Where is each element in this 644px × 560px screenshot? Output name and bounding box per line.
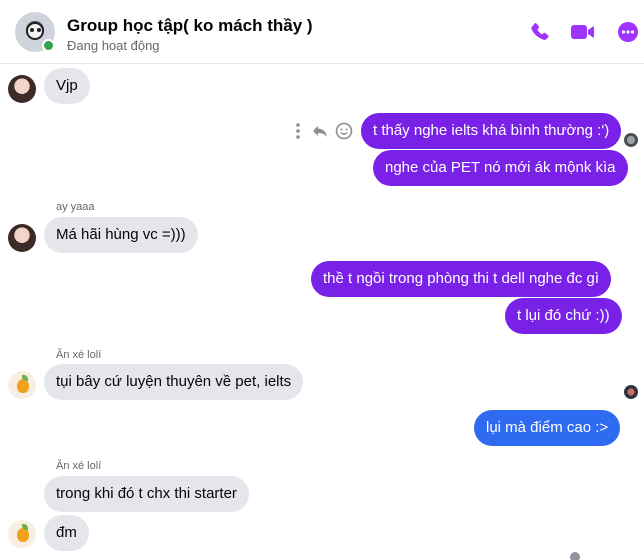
video-camera-icon[interactable] [570, 20, 596, 44]
read-receipt-avatar [624, 133, 638, 147]
sender-name: Ăn xé lolí [56, 460, 102, 472]
read-receipt-avatar [624, 385, 638, 399]
message-actions [288, 119, 356, 143]
read-receipt-avatar [570, 552, 580, 560]
message-bubble-incoming[interactable]: trong khi đó t chx thi starter [44, 476, 249, 512]
message-bubble-incoming[interactable]: đm [44, 515, 89, 551]
sender-name: ay yaaa [56, 201, 95, 213]
online-status-dot [42, 39, 55, 52]
sender-name: Ăn xé lolí [56, 349, 102, 361]
sender-avatar[interactable] [8, 371, 36, 399]
message-bubble-incoming[interactable]: Vjp [44, 68, 90, 104]
message-bubble-incoming[interactable]: tụi bây cứ luyện thuyên về pet, ielts [44, 364, 304, 400]
message-bubble-outgoing[interactable]: lụi mà điểm cao :> [474, 410, 621, 446]
message-bubble-outgoing[interactable]: thề t ngồi trong phòng thi t dell nghe đ… [311, 261, 612, 297]
message-bubble-outgoing[interactable]: t lụi đó chứ :)) [505, 298, 622, 334]
conversation-title[interactable]: Group học tập( ko mách thầy ) [67, 16, 313, 36]
message-bubble-incoming[interactable]: Má hãi hùng vc =))) [44, 217, 198, 253]
sender-avatar[interactable] [8, 75, 36, 103]
sender-avatar[interactable] [8, 520, 36, 548]
more-options-icon[interactable] [616, 20, 640, 44]
sender-avatar[interactable] [8, 224, 36, 252]
message-bubble-outgoing[interactable]: nghe của PET nó mới ák mộnk kìa [373, 150, 628, 186]
more-vertical-icon[interactable] [288, 119, 308, 143]
react-emoji-icon[interactable] [334, 119, 354, 143]
phone-icon[interactable] [528, 20, 552, 44]
active-status: Đang hoạt động [67, 38, 160, 53]
chat-header: Group học tập( ko mách thầy ) Đang hoạt … [0, 0, 644, 64]
reply-icon[interactable] [310, 119, 330, 143]
message-bubble-outgoing[interactable]: t thấy nghe ielts khá bình thường :') [361, 113, 622, 149]
